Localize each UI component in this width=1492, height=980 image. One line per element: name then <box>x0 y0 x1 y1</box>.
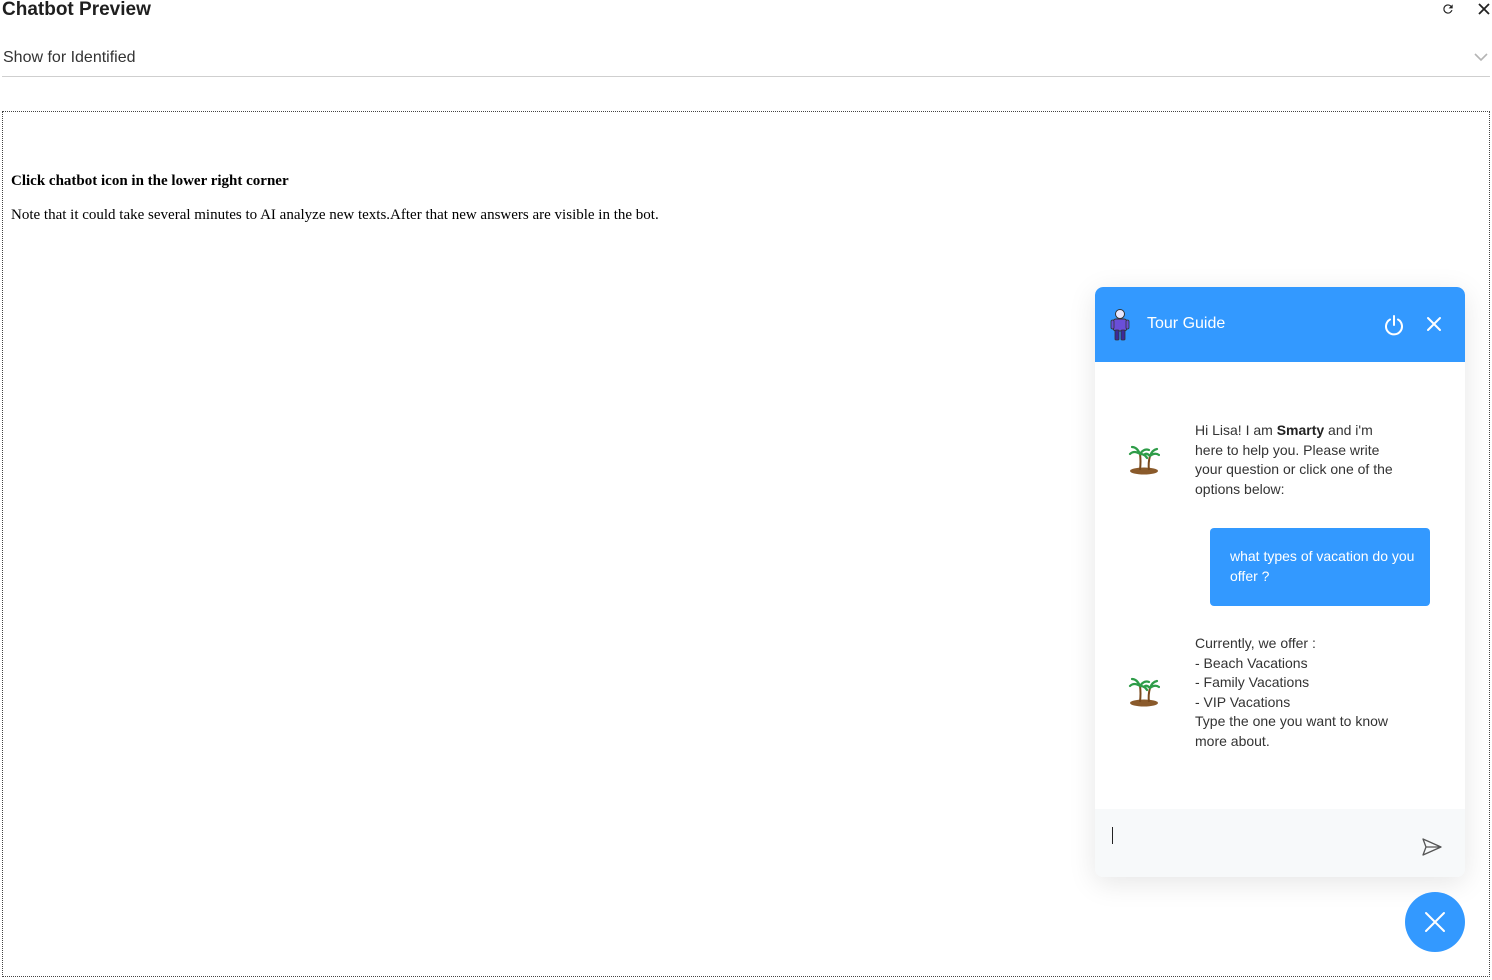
audience-select[interactable]: Show for Identified <box>2 44 1490 77</box>
close-button[interactable] <box>1475 0 1492 18</box>
end-chat-button[interactable] <box>1383 314 1405 341</box>
audience-select-value: Show for Identified <box>3 49 136 66</box>
chat-input[interactable] <box>1107 823 1411 855</box>
close-icon <box>1427 317 1441 331</box>
chat-toggle-button[interactable] <box>1405 892 1465 952</box>
chat-input-area <box>1095 809 1465 877</box>
chat-title: Tour Guide <box>1147 315 1226 332</box>
bot-name: Smarty <box>1276 422 1325 438</box>
person-icon <box>1110 309 1130 341</box>
dialog-title: Chatbot Preview <box>2 0 151 20</box>
user-message: what types of vacation do you offer ? <box>1210 528 1430 606</box>
chat-window: Tour Guide Hi Lisa! I am Smarty and i'm … <box>1095 287 1465 877</box>
close-icon <box>1478 3 1490 15</box>
preview-heading: Click chatbot icon in the lower right co… <box>11 173 289 189</box>
refresh-button[interactable] <box>1439 0 1457 18</box>
chevron-down-icon <box>1474 53 1488 62</box>
chat-header: Tour Guide <box>1095 287 1465 362</box>
close-icon <box>1425 912 1445 932</box>
bot-message: Currently, we offer : - Beach Vacations … <box>1195 634 1395 752</box>
send-button[interactable] <box>1422 838 1442 861</box>
bot-message-line: - Family Vacations <box>1195 674 1310 691</box>
send-icon <box>1422 838 1442 856</box>
palm-tree-island-icon <box>1128 445 1160 475</box>
palm-tree-island-icon <box>1128 677 1160 707</box>
bot-message-line: - Beach Vacations <box>1195 654 1308 671</box>
refresh-icon <box>1443 4 1453 14</box>
bot-message-text: Hi Lisa! I am <box>1195 422 1277 438</box>
preview-note: Note that it could take several minutes … <box>11 207 659 223</box>
bot-message-line: Type the one you want to know more about… <box>1195 713 1389 749</box>
power-icon <box>1385 315 1403 336</box>
text-caret <box>1112 827 1113 844</box>
bot-message-line: Currently, we offer : <box>1195 635 1316 651</box>
bot-message: Hi Lisa! I am Smarty and i'm here to hel… <box>1195 421 1395 499</box>
dialog-header: Chatbot Preview <box>0 0 1492 28</box>
user-message-text: what types of vacation do you offer ? <box>1230 548 1415 584</box>
chat-close-button[interactable] <box>1425 315 1443 338</box>
bot-message-line: - VIP Vacations <box>1195 693 1291 710</box>
